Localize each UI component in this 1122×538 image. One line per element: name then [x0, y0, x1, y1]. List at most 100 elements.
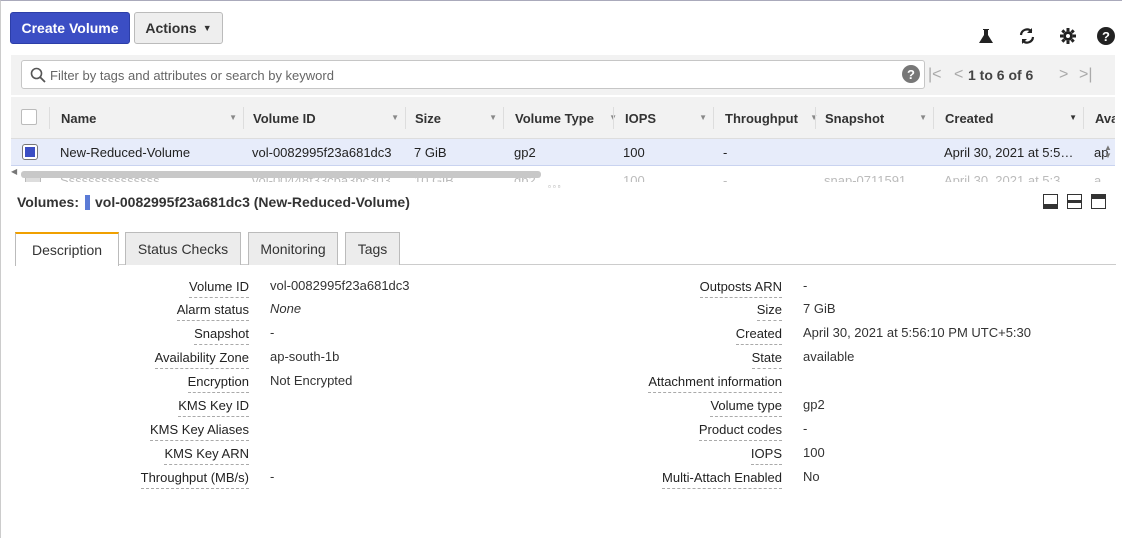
- label-throughput: Throughput (MB/s): [140, 470, 249, 489]
- sort-icon: ▼: [489, 113, 497, 122]
- column-header-created[interactable]: Created ▼: [945, 97, 1083, 139]
- last-page-icon[interactable]: >|: [1079, 66, 1093, 84]
- pagination-text: 1 to 6 of 6: [968, 67, 1034, 83]
- value-snapshot: -: [270, 325, 275, 340]
- search-help-icon[interactable]: ?: [902, 65, 920, 83]
- cell-snapshot: snap-0711591: [824, 172, 907, 183]
- label-size: Size: [756, 302, 782, 321]
- value-size: 7 GiB: [803, 301, 836, 316]
- table-row[interactable]: New-Reduced-Volume vol-0082995f23a681dc3…: [11, 139, 1115, 166]
- cell-created: April 30, 2021 at 5:5…: [944, 145, 1074, 160]
- value-created: April 30, 2021 at 5:56:10 PM UTC+5:30: [803, 325, 1031, 340]
- beaker-icon[interactable]: [976, 26, 996, 46]
- column-header-volume-id[interactable]: Volume ID ▼: [253, 97, 405, 139]
- label-volume-id: Volume ID: [189, 279, 249, 298]
- detail-tabs: Description Status Checks Monitoring Tag…: [15, 231, 1116, 266]
- cell-throughput: -: [723, 145, 728, 160]
- cell-az: a: [1094, 172, 1102, 183]
- column-header-iops[interactable]: IOPS ▼: [625, 97, 713, 139]
- sort-icon: ▼: [229, 113, 237, 122]
- value-encryption: Not Encrypted: [270, 373, 353, 388]
- label-encryption: Encryption: [187, 374, 249, 393]
- column-header-az[interactable]: Ava: [1095, 97, 1115, 139]
- column-header-size[interactable]: Size ▼: [415, 97, 503, 139]
- label-state: State: [751, 350, 782, 369]
- search-input[interactable]: [50, 65, 890, 85]
- label-kms-key-aliases: KMS Key Aliases: [150, 422, 249, 441]
- search-icon: [30, 67, 46, 86]
- value-volume-id: vol-0082995f23a681dc3: [270, 278, 410, 293]
- label-kms-key-id: KMS Key ID: [178, 398, 249, 417]
- chevron-down-icon: ▼: [202, 23, 212, 33]
- next-page-icon[interactable]: >: [1059, 66, 1068, 84]
- layout-bottom-icon[interactable]: [1043, 194, 1058, 209]
- label-availability-zone: Availability Zone: [154, 350, 249, 369]
- scrollbar-thumb[interactable]: [21, 171, 541, 178]
- details-heading-prefix: Volumes:: [17, 194, 79, 210]
- selection-marker: [84, 194, 90, 210]
- column-header-throughput[interactable]: Throughput▼: [725, 97, 818, 139]
- label-alarm-status: Alarm status: [176, 302, 249, 321]
- label-product-codes: Product codes: [698, 422, 782, 441]
- app-frame: Create Volume Actions ▼ ? ? |< < 1 to 6 …: [0, 0, 1122, 538]
- details-heading: Volumes: vol-0082995f23a681dc3 (New-Redu…: [17, 194, 410, 210]
- sort-icon: ▼: [919, 113, 927, 122]
- select-all-checkbox[interactable]: [21, 109, 37, 125]
- label-iops: IOPS: [750, 446, 782, 465]
- label-attachment-information: Attachment information: [648, 374, 782, 393]
- cell-iops: 100: [623, 172, 645, 183]
- scroll-left-icon[interactable]: ◀: [11, 167, 17, 176]
- cell-snapshot: [824, 139, 924, 166]
- value-iops: 100: [803, 445, 825, 460]
- cell-name: New-Reduced-Volume: [60, 145, 191, 160]
- help-icon[interactable]: ?: [1096, 26, 1116, 46]
- column-header-name[interactable]: Name ▼: [61, 97, 243, 139]
- actions-label: Actions: [145, 20, 197, 36]
- value-product-codes: -: [803, 421, 808, 436]
- column-header-volume-type[interactable]: Volume Type▼: [515, 97, 617, 139]
- cell-size: 7 GiB: [414, 145, 447, 160]
- cell-volume-id: vol-0082995f23a681dc3: [252, 145, 392, 160]
- cell-created: April 30, 2021 at 5:3…: [944, 172, 1074, 183]
- label-created: Created: [735, 326, 782, 345]
- row-checkbox[interactable]: [22, 144, 38, 160]
- vertical-scroll-arrows[interactable]: ▲ ▼: [1104, 144, 1114, 162]
- layout-top-icon[interactable]: [1091, 194, 1106, 209]
- value-multi-attach: No: [803, 469, 820, 484]
- cell-volume-type: gp2: [514, 145, 536, 160]
- details-heading-value: vol-0082995f23a681dc3 (New-Reduced-Volum…: [94, 194, 410, 210]
- column-header-snapshot[interactable]: Snapshot ▼: [825, 97, 933, 139]
- label-snapshot: Snapshot: [194, 326, 249, 345]
- value-state: available: [803, 349, 855, 364]
- tab-status-checks[interactable]: Status Checks: [125, 232, 241, 265]
- value-throughput: -: [270, 469, 275, 484]
- create-volume-button[interactable]: Create Volume: [10, 12, 130, 44]
- filter-bar: ? |< < 1 to 6 of 6 > >|: [11, 55, 1115, 95]
- value-outposts-arn: -: [803, 278, 808, 293]
- refresh-icon[interactable]: [1017, 26, 1037, 46]
- tab-tags[interactable]: Tags: [345, 232, 400, 265]
- label-multi-attach: Multi-Attach Enabled: [662, 470, 782, 489]
- label-kms-key-arn: KMS Key ARN: [164, 446, 249, 465]
- label-outposts-arn: Outposts ARN: [699, 279, 782, 298]
- prev-page-icon[interactable]: <: [954, 66, 963, 84]
- layout-split-icon[interactable]: [1067, 194, 1082, 209]
- horizontal-scrollbar[interactable]: ◀: [11, 167, 541, 179]
- sort-icon: ▼: [699, 113, 707, 122]
- first-page-icon[interactable]: |<: [928, 66, 942, 84]
- cell-throughput: -: [723, 172, 728, 183]
- sort-icon: ▼: [1069, 113, 1077, 122]
- actions-dropdown[interactable]: Actions ▼: [134, 12, 223, 44]
- gear-icon[interactable]: [1058, 26, 1078, 46]
- value-alarm-status: None: [270, 301, 302, 316]
- search-box[interactable]: ?: [21, 60, 925, 89]
- tab-description[interactable]: Description: [15, 232, 119, 266]
- label-volume-type: Volume type: [710, 398, 782, 417]
- table-header: Name▼ Volume ID▼ Size▼ Volume Type▼ IOPS…: [11, 97, 1115, 139]
- sort-icon: ▼: [391, 113, 399, 122]
- tab-monitoring[interactable]: Monitoring: [248, 232, 338, 265]
- pane-splitter[interactable]: ▫▫▫: [548, 182, 563, 191]
- value-volume-type: gp2: [803, 397, 825, 412]
- value-availability-zone: ap-south-1b: [270, 349, 340, 364]
- cell-iops: 100: [623, 145, 645, 160]
